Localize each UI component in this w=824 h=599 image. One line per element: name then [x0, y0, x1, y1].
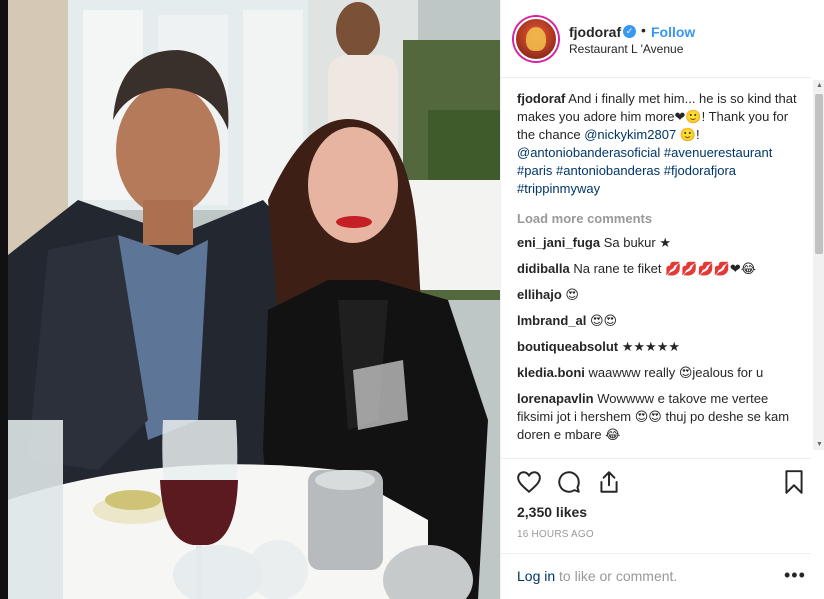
separator-dot: •: [641, 22, 646, 38]
comment-item: boutiqueabsolut ★★★★★: [517, 338, 807, 356]
caption-emoji: ❤🙂: [674, 109, 702, 124]
comment-icon[interactable]: [556, 469, 582, 495]
comment-text: 😍😍: [589, 313, 618, 328]
caption-text-3: 🙂!: [676, 127, 700, 142]
verified-badge-icon: ✓: [623, 25, 636, 38]
avatar-image: [526, 27, 546, 51]
scrollbar-thumb[interactable]: [815, 94, 823, 254]
comment-username[interactable]: lorenapavlin: [517, 391, 594, 406]
comment-username[interactable]: didiballa: [517, 261, 570, 276]
comment-item: didiballa Na rane te fiket 💋💋💋💋❤😂: [517, 260, 807, 278]
scroll-up-arrow-icon[interactable]: ▲: [816, 82, 823, 89]
comment-item: kledia.boni waawww really 😍jealous for u: [517, 364, 807, 382]
more-options-button[interactable]: •••: [784, 565, 806, 586]
caption: fjodoraf And i finally met him... he is …: [517, 90, 807, 198]
comment-text: ★★★★★: [621, 339, 681, 354]
comment-item: lmbrand_al 😍😍: [517, 312, 807, 330]
location-link[interactable]: Restaurant L 'Avenue: [569, 42, 683, 56]
comment-item: ellihajo 😍: [517, 286, 807, 304]
post-header: fjodoraf ✓ • Follow Restaurant L 'Avenue: [501, 0, 811, 78]
hashtag-link[interactable]: #avenuerestaurant: [664, 145, 772, 160]
photo-illustration: [8, 0, 500, 599]
mention-link-2[interactable]: @antoniobanderasoficial: [517, 145, 660, 160]
load-more-comments-button[interactable]: Load more comments: [517, 211, 807, 226]
comment-item: lorenapavlin Wowwww e takove me vertee f…: [517, 390, 807, 444]
comment-text: 😍: [565, 287, 579, 302]
action-bar: [501, 458, 811, 504]
comment-username[interactable]: ellihajo: [517, 287, 562, 302]
login-link[interactable]: Log in: [517, 568, 555, 584]
comment-text: waawww really 😍jealous for u: [588, 365, 764, 380]
likes-count[interactable]: 2,350 likes: [517, 504, 587, 520]
comment-item: eni_jani_fuga Sa bukur ★: [517, 234, 807, 252]
comment-username[interactable]: eni_jani_fuga: [517, 235, 600, 250]
post-timestamp: 16 HOURS AGO: [517, 529, 594, 540]
follow-button[interactable]: Follow: [651, 24, 695, 40]
heart-icon[interactable]: [516, 469, 542, 495]
login-prompt: Log in to like or comment.: [517, 568, 677, 584]
hashtag-link[interactable]: #antoniobanderas: [556, 163, 660, 178]
share-icon[interactable]: [596, 469, 622, 495]
comment-text: Na rane te fiket 💋💋💋💋❤😂: [573, 261, 756, 276]
comment-footer: Log in to like or comment. •••: [501, 553, 811, 599]
caption-username[interactable]: fjodoraf: [517, 91, 565, 106]
comment-username[interactable]: lmbrand_al: [517, 313, 586, 328]
scroll-down-arrow-icon[interactable]: ▼: [816, 441, 823, 448]
comment-username[interactable]: kledia.boni: [517, 365, 585, 380]
hashtag-link[interactable]: #trippinmyway: [517, 181, 600, 196]
username-link[interactable]: fjodoraf: [569, 24, 621, 40]
bookmark-icon[interactable]: [781, 469, 807, 495]
comment-text: Sa bukur ★: [603, 235, 672, 250]
post-photo[interactable]: [8, 0, 500, 599]
mention-link[interactable]: @nickykim2807: [584, 127, 676, 142]
comments-list[interactable]: fjodoraf And i finally met him... he is …: [517, 90, 807, 450]
comment-username[interactable]: boutiqueabsolut: [517, 339, 618, 354]
comments-scrollbar[interactable]: ▲ ▼: [813, 80, 824, 450]
window-edge: [0, 0, 8, 599]
hashtag-link[interactable]: #fjodorafjora: [664, 163, 736, 178]
login-prompt-text: to like or comment.: [555, 568, 678, 584]
hashtag-link[interactable]: #paris: [517, 163, 552, 178]
post-details-panel: fjodoraf ✓ • Follow Restaurant L 'Avenue…: [500, 0, 824, 599]
avatar[interactable]: [514, 17, 558, 61]
